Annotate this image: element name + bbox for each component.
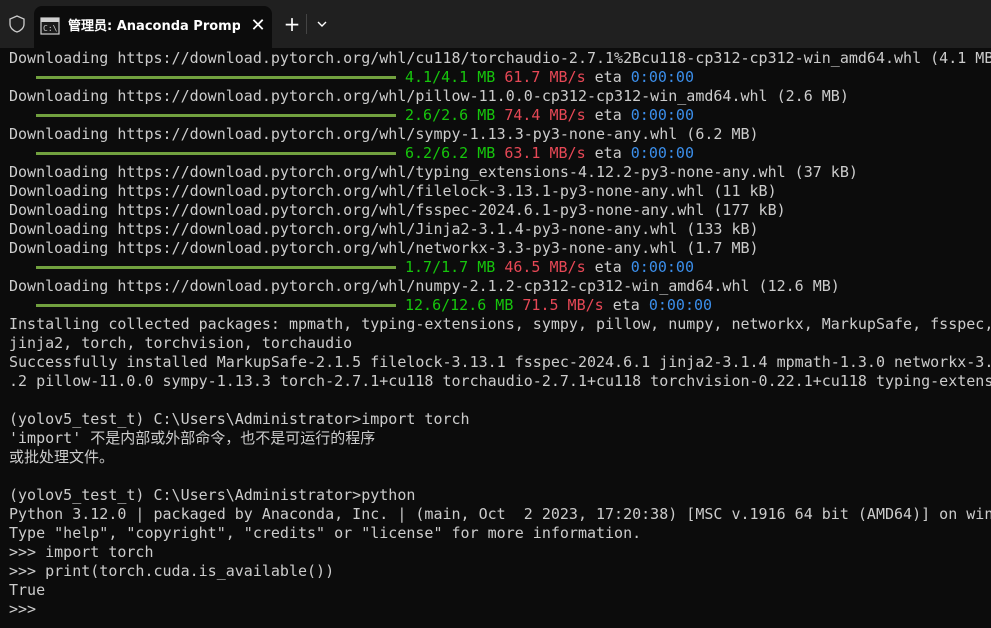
terminal-line: Downloading https://download.pytorch.org…: [9, 182, 777, 200]
chevron-down-icon[interactable]: [312, 14, 332, 34]
progress-size: 2.6/2.6 MB: [405, 106, 496, 124]
terminal-line: Downloading https://download.pytorch.org…: [9, 49, 991, 67]
progress-bar: [36, 266, 396, 269]
progress-size: 12.6/12.6 MB: [405, 296, 514, 314]
console-icon: C:\: [40, 17, 60, 35]
progress-eta-label: eta: [594, 68, 622, 86]
progress-eta-label: eta: [594, 258, 622, 276]
terminal-line: (yolov5_test_t) C:\Users\Administrator>i…: [9, 410, 470, 428]
progress-eta-label: eta: [594, 106, 622, 124]
terminal-line: True: [9, 581, 46, 599]
progress-speed: 71.5 MB/s: [522, 296, 604, 314]
progress-status: 6.2/6.2 MB 63.1 MB/s eta 0:00:00: [405, 144, 694, 163]
progress-eta: 0:00:00: [630, 258, 694, 276]
progress-size: 6.2/6.2 MB: [405, 144, 496, 162]
terminal-line: jinja2, torch, torchvision, torchaudio: [9, 334, 353, 352]
terminal-line: Installing collected packages: mpmath, t…: [9, 315, 991, 333]
progress-speed: 61.7 MB/s: [504, 68, 586, 86]
terminal-line: Python 3.12.0 | packaged by Anaconda, In…: [9, 505, 991, 523]
close-tab-button[interactable]: ✕: [248, 16, 268, 36]
terminal-line: .2 pillow-11.0.0 sympy-1.13.3 torch-2.7.…: [9, 372, 991, 390]
progress-eta: 0:00:00: [630, 106, 694, 124]
progress-speed: 63.1 MB/s: [504, 144, 586, 162]
terminal-line: Downloading https://download.pytorch.org…: [9, 220, 759, 238]
terminal-line: >>> import torch: [9, 543, 154, 561]
terminal-line: 'import' 不是内部或外部命令，也不是可运行的程序: [9, 429, 376, 447]
tab-divider: [306, 14, 307, 34]
terminal-line: Downloading https://download.pytorch.org…: [9, 239, 759, 257]
terminal-line: (yolov5_test_t) C:\Users\Administrator>p…: [9, 486, 416, 504]
terminal-line: >>> print(torch.cuda.is_available()): [9, 562, 335, 580]
progress-size: 1.7/1.7 MB: [405, 258, 496, 276]
svg-text:C:\: C:\: [43, 24, 58, 33]
progress-eta: 0:00:00: [648, 296, 713, 314]
terminal-line: >>>: [9, 600, 46, 618]
progress-speed: 46.5 MB/s: [504, 258, 586, 276]
progress-eta-label: eta: [594, 144, 622, 162]
progress-speed: 74.4 MB/s: [504, 106, 586, 124]
terminal-tab[interactable]: C:\ 管理员: Anaconda Prompt - py ✕: [34, 6, 272, 48]
progress-size: 4.1/4.1 MB: [405, 68, 496, 86]
title-bar: C:\ 管理员: Anaconda Prompt - py ✕ +: [0, 0, 991, 48]
terminal-line: Downloading https://download.pytorch.org…: [9, 125, 759, 143]
progress-bar: [36, 114, 396, 117]
terminal-line: Successfully installed MarkupSafe-2.1.5 …: [9, 353, 991, 371]
progress-bar: [36, 152, 396, 155]
new-tab-button[interactable]: +: [282, 14, 302, 34]
terminal-line: Downloading https://download.pytorch.org…: [9, 201, 786, 219]
terminal-line: Type "help", "copyright", "credits" or "…: [9, 524, 642, 542]
progress-status: 1.7/1.7 MB 46.5 MB/s eta 0:00:00: [405, 258, 694, 277]
progress-bar: [36, 76, 396, 79]
terminal-line: Downloading https://download.pytorch.org…: [9, 87, 849, 105]
progress-eta: 0:00:00: [630, 144, 694, 162]
progress-eta-label: eta: [612, 296, 640, 314]
progress-status: 4.1/4.1 MB 61.7 MB/s eta 0:00:00: [405, 68, 694, 87]
progress-status: 12.6/12.6 MB 71.5 MB/s eta 0:00:00: [405, 296, 712, 315]
terminal-line: Downloading https://download.pytorch.org…: [9, 277, 840, 295]
tab-title: 管理员: Anaconda Prompt - py: [68, 19, 240, 34]
progress-status: 2.6/2.6 MB 74.4 MB/s eta 0:00:00: [405, 106, 694, 125]
progress-bar: [36, 304, 396, 307]
terminal-output[interactable]: Downloading https://download.pytorch.org…: [0, 48, 991, 628]
shield-icon: [9, 15, 25, 33]
terminal-line: Downloading https://download.pytorch.org…: [9, 163, 858, 181]
terminal-line: 或批处理文件。: [9, 448, 115, 466]
progress-eta: 0:00:00: [630, 68, 694, 86]
